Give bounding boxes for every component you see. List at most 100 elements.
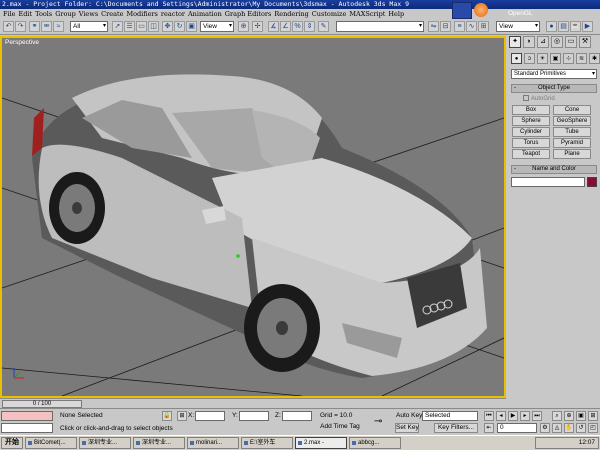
add-time-tag-button[interactable]: Add Time Tag xyxy=(318,423,362,433)
menu-edit[interactable]: Edit xyxy=(19,10,33,18)
key-mode-icon[interactable]: ⊸ xyxy=(374,416,382,427)
menu-modifiers[interactable]: Modifiers xyxy=(126,10,157,18)
x-coordinate-field[interactable] xyxy=(195,411,225,421)
create-tab-icon[interactable]: ✦ xyxy=(509,36,521,48)
teapot-button[interactable]: Teapot xyxy=(512,149,550,159)
menu-maxscript[interactable]: MAXScript xyxy=(349,10,385,18)
reference-coordinate-combo[interactable]: View xyxy=(200,21,234,32)
undo-icon[interactable]: ↶ xyxy=(3,21,14,32)
z-coordinate-field[interactable] xyxy=(282,411,312,421)
maximize-viewport-icon[interactable]: ◰ xyxy=(588,423,598,433)
play-icon[interactable]: ▶ xyxy=(508,411,518,421)
selection-lock-icon[interactable]: 🔒 xyxy=(162,411,172,421)
plane-button[interactable]: Plane xyxy=(553,149,591,159)
menu-create[interactable]: Create xyxy=(101,10,123,18)
previous-frame-icon[interactable]: ◂ xyxy=(496,411,506,421)
material-editor-icon[interactable]: ● xyxy=(546,21,557,32)
layer-manager-icon[interactable]: ≡ xyxy=(454,21,465,32)
select-manipulate-icon[interactable]: ✢ xyxy=(252,21,263,32)
angle-snap-icon[interactable]: ∠ xyxy=(280,21,291,32)
edit-named-selection-icon[interactable]: ✎ xyxy=(318,21,329,32)
time-slider-thumb[interactable]: 0 / 100 xyxy=(2,400,82,408)
window-crossing-icon[interactable]: ◫ xyxy=(148,21,159,32)
cameras-icon[interactable]: ▣ xyxy=(550,53,561,64)
object-type-rollout[interactable]: Object Type xyxy=(511,84,597,93)
object-color-swatch[interactable] xyxy=(587,177,597,187)
select-object-icon[interactable]: ➚ xyxy=(112,21,123,32)
menu-rendering[interactable]: Rendering xyxy=(274,10,308,18)
start-button[interactable]: 开始 xyxy=(1,437,23,449)
align-icon[interactable]: ⊟ xyxy=(440,21,451,32)
motion-tab-icon[interactable]: ◎ xyxy=(551,36,563,48)
next-frame-icon[interactable]: ▸ xyxy=(520,411,530,421)
menu-reactor[interactable]: reactor xyxy=(161,10,185,18)
taskbar-item[interactable]: 深圳专业... xyxy=(133,437,185,449)
mirror-icon[interactable]: ⇋ xyxy=(428,21,439,32)
set-key-button[interactable]: Set Key xyxy=(395,423,419,433)
menu-file[interactable]: File xyxy=(3,10,16,18)
select-by-name-icon[interactable]: ☰ xyxy=(124,21,135,32)
maxscript-listener-field[interactable] xyxy=(1,411,53,421)
taskbar-item[interactable]: BitComet(... xyxy=(25,437,77,449)
percent-snap-icon[interactable]: % xyxy=(292,21,303,32)
absolute-mode-icon[interactable]: ⊞ xyxy=(177,411,187,421)
unlink-icon[interactable]: ⚮ xyxy=(41,21,52,32)
menu-views[interactable]: Views xyxy=(79,10,98,18)
geometry-icon[interactable]: ● xyxy=(511,53,522,64)
selection-filter-combo[interactable]: All xyxy=(70,21,108,32)
taskbar-item-active[interactable]: 2.max - xyxy=(295,437,347,449)
link-icon[interactable]: ⚭ xyxy=(29,21,40,32)
y-coordinate-field[interactable] xyxy=(239,411,269,421)
menu-group[interactable]: Group xyxy=(55,10,76,18)
select-move-icon[interactable]: ✥ xyxy=(162,21,173,32)
torus-button[interactable]: Torus xyxy=(512,138,550,148)
curve-editor-icon[interactable]: ∿ xyxy=(466,21,477,32)
lights-icon[interactable]: ☀ xyxy=(537,53,548,64)
field-of-view-icon[interactable]: ◬ xyxy=(552,423,562,433)
cone-button[interactable]: Cone xyxy=(553,105,591,115)
render-production-icon[interactable]: ▶ xyxy=(582,21,593,32)
menu-graph-editors[interactable]: Graph Editors xyxy=(225,10,272,18)
taskbar-item[interactable]: E:\室外车 xyxy=(241,437,293,449)
menu-tools[interactable]: Tools xyxy=(35,10,52,18)
tube-button[interactable]: Tube xyxy=(553,127,591,137)
box-button[interactable]: Box xyxy=(512,105,550,115)
auto-key-label[interactable]: Auto Key xyxy=(396,412,422,419)
menu-animation[interactable]: Animation xyxy=(188,10,222,18)
helpers-icon[interactable]: ⊹ xyxy=(563,53,574,64)
name-and-color-rollout[interactable]: Name and Color xyxy=(511,165,597,174)
display-tab-icon[interactable]: ▭ xyxy=(565,36,577,48)
schematic-view-icon[interactable]: ⊞ xyxy=(478,21,489,32)
named-selection-combo[interactable] xyxy=(336,21,424,32)
cylinder-button[interactable]: Cylinder xyxy=(512,127,550,137)
hierarchy-tab-icon[interactable]: ⊿ xyxy=(537,36,549,48)
snaps-toggle-icon[interactable]: ∡ xyxy=(268,21,279,32)
autogrid-box[interactable] xyxy=(523,95,529,101)
spinner-snap-icon[interactable]: ⇕ xyxy=(304,21,315,32)
pyramid-button[interactable]: Pyramid xyxy=(553,138,591,148)
redo-icon[interactable]: ↷ xyxy=(15,21,26,32)
zoom-icon[interactable]: ⌕ xyxy=(552,411,562,421)
menu-help[interactable]: Help xyxy=(388,10,404,18)
zoom-extents-icon[interactable]: ▣ xyxy=(576,411,586,421)
maxscript-output-field[interactable] xyxy=(1,423,53,433)
taskbar-item[interactable]: molinari... xyxy=(187,437,239,449)
quick-render-icon[interactable]: ☕ xyxy=(570,21,581,32)
sphere-button[interactable]: Sphere xyxy=(512,116,550,126)
pan-icon[interactable]: ✋ xyxy=(564,423,574,433)
render-setup-icon[interactable]: ▤ xyxy=(558,21,569,32)
taskbar-item[interactable]: abbcg... xyxy=(349,437,401,449)
viewport-combo[interactable]: View xyxy=(496,21,540,32)
taskbar-item[interactable]: 深圳专业... xyxy=(79,437,131,449)
systems-icon[interactable]: ✱ xyxy=(589,53,600,64)
rectangular-selection-icon[interactable]: ▭ xyxy=(136,21,147,32)
autogrid-checkbox[interactable]: AutoGrid xyxy=(523,95,555,102)
utilities-tab-icon[interactable]: ⚒ xyxy=(579,36,591,48)
space-warps-icon[interactable]: ≋ xyxy=(576,53,587,64)
key-filters-button[interactable]: Key Filters... xyxy=(434,423,478,433)
go-to-start-icon[interactable]: ⏮ xyxy=(484,411,494,421)
object-name-field[interactable] xyxy=(511,177,585,187)
key-mode-toggle-icon[interactable]: ⇤ xyxy=(484,423,494,433)
bind-space-warp-icon[interactable]: ≈ xyxy=(53,21,64,32)
current-frame-field[interactable]: 0 xyxy=(497,423,537,433)
